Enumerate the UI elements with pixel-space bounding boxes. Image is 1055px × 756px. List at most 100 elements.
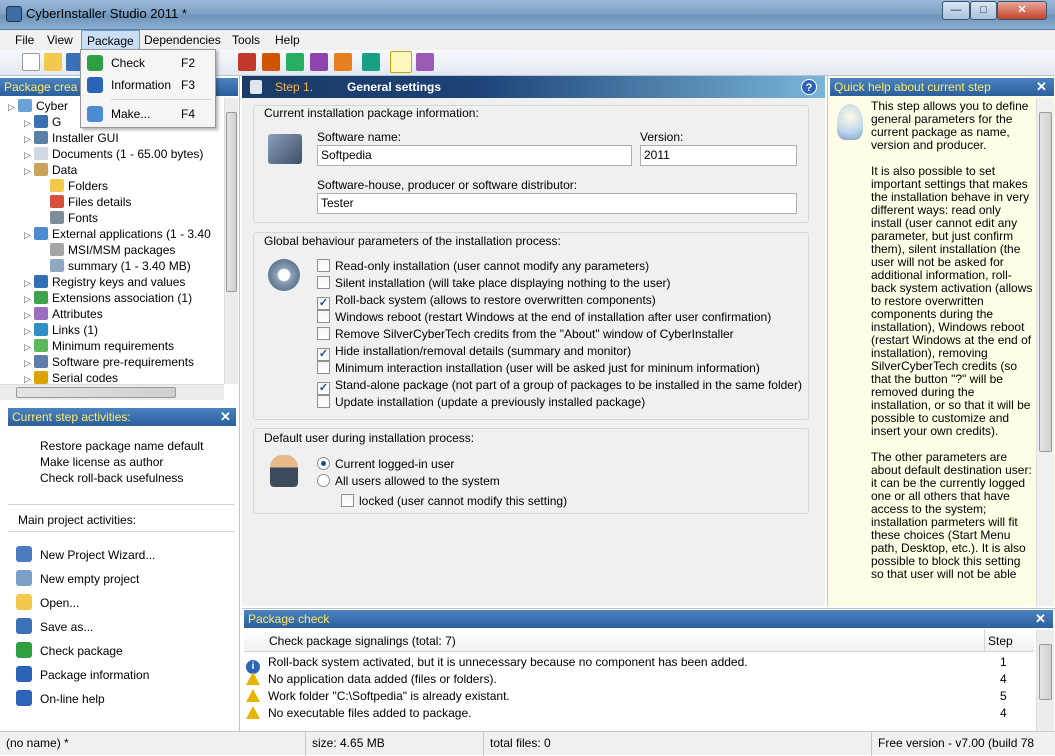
tree-item[interactable]: summary (1 - 3.40 MB) bbox=[0, 258, 224, 274]
option-checkbox[interactable] bbox=[317, 327, 330, 340]
menu-package[interactable]: Package bbox=[81, 30, 140, 50]
expand-icon[interactable]: ▷ bbox=[24, 291, 34, 307]
new-icon[interactable] bbox=[22, 53, 40, 71]
expand-icon[interactable]: ▷ bbox=[24, 115, 34, 131]
tool-icon-5[interactable] bbox=[334, 53, 352, 71]
expand-icon[interactable]: ▷ bbox=[24, 147, 34, 163]
tool-icon-3[interactable] bbox=[286, 53, 304, 71]
main-activity-link[interactable]: Open... bbox=[16, 591, 236, 615]
menu-dependencies[interactable]: Dependencies bbox=[139, 30, 226, 50]
close-check-icon[interactable]: ✕ bbox=[1035, 610, 1046, 628]
expand-icon[interactable]: ▷ bbox=[24, 275, 34, 291]
tool-icon-6[interactable] bbox=[362, 53, 380, 71]
tool-icon-4[interactable] bbox=[310, 53, 328, 71]
behaviour-option[interactable]: Remove SilverCyberTech credits from the … bbox=[317, 326, 807, 343]
check-row[interactable]: No executable files added to package. 4 bbox=[246, 705, 1032, 722]
tree-hscrollbar[interactable] bbox=[0, 384, 224, 400]
check-row[interactable]: No application data added (files or fold… bbox=[246, 671, 1032, 688]
main-activity-link[interactable]: Check package bbox=[16, 639, 236, 663]
tree-item[interactable]: ▷ Installer GUI bbox=[0, 130, 224, 146]
check-row[interactable]: i Roll-back system activated, but it is u… bbox=[246, 654, 1032, 674]
tree-scrollbar[interactable] bbox=[224, 98, 238, 384]
behaviour-option[interactable]: Silent installation (will take place dis… bbox=[317, 275, 807, 292]
option-checkbox[interactable] bbox=[317, 361, 330, 374]
expand-icon[interactable]: ▷ bbox=[24, 355, 34, 371]
expand-icon[interactable]: ▷ bbox=[24, 323, 34, 339]
check-signal-column[interactable]: Check package signalings (total: 7) bbox=[269, 634, 456, 648]
software-name-field[interactable]: Softpedia bbox=[317, 145, 632, 166]
tree-item[interactable]: ▷ Software pre-requirements bbox=[0, 354, 224, 370]
menu-item-information[interactable]: Information F3 bbox=[83, 74, 213, 96]
menu-file[interactable]: File bbox=[10, 30, 39, 50]
expand-icon[interactable]: ▷ bbox=[24, 227, 34, 243]
behaviour-option[interactable]: Read-only installation (user cannot modi… bbox=[317, 258, 807, 275]
tree-item[interactable]: ▷ Serial codes bbox=[0, 370, 224, 384]
main-activity-link[interactable]: Save as... bbox=[16, 615, 236, 639]
step-activity-link[interactable]: Restore package name default bbox=[40, 438, 236, 454]
book-icon[interactable] bbox=[416, 53, 434, 71]
radio-current-user[interactable]: Current logged-in user bbox=[317, 456, 454, 473]
tree-item[interactable]: ▷ External applications (1 - 3.40 bbox=[0, 226, 224, 242]
expand-icon[interactable]: ▷ bbox=[24, 163, 34, 179]
menu-view[interactable]: View bbox=[42, 30, 78, 50]
radio-all-indicator[interactable] bbox=[317, 474, 330, 487]
tool-icon-1[interactable] bbox=[238, 53, 256, 71]
option-checkbox[interactable] bbox=[317, 259, 330, 272]
tree-item[interactable]: ▷ Extensions association (1) bbox=[0, 290, 224, 306]
main-activity-link[interactable]: New empty project bbox=[16, 567, 236, 591]
expand-icon[interactable]: ▷ bbox=[24, 371, 34, 384]
version-field[interactable]: 2011 bbox=[640, 145, 797, 166]
tree-item[interactable]: Folders bbox=[0, 178, 224, 194]
minimize-button[interactable]: — bbox=[942, 1, 970, 20]
tree-item[interactable]: ▷ Registry keys and values bbox=[0, 274, 224, 290]
hint-icon[interactable] bbox=[390, 51, 412, 73]
option-checkbox[interactable] bbox=[317, 395, 330, 408]
tree-hscroll-thumb[interactable] bbox=[16, 387, 176, 398]
tree-scroll-thumb[interactable] bbox=[226, 112, 237, 292]
check-step-column[interactable]: Step bbox=[988, 634, 1013, 648]
tree-item[interactable]: Fonts bbox=[0, 210, 224, 226]
project-tree[interactable]: ▷ Cyber ▷ G ▷ Installer GUI ▷ Documents (1 - 65… bbox=[0, 98, 224, 384]
maximize-button[interactable]: □ bbox=[970, 1, 997, 20]
main-activity-link[interactable]: On-line help bbox=[16, 687, 236, 711]
menu-item-make[interactable]: Make... F4 bbox=[83, 103, 213, 125]
check-scroll-thumb[interactable] bbox=[1039, 644, 1052, 700]
tree-item[interactable]: ▷ Attributes bbox=[0, 306, 224, 322]
close-activities-icon[interactable]: ✕ bbox=[220, 408, 231, 426]
open-icon[interactable] bbox=[44, 53, 62, 71]
tree-item[interactable]: ▷ Data bbox=[0, 162, 224, 178]
main-activity-link[interactable]: New Project Wizard... bbox=[16, 543, 236, 567]
close-help-icon[interactable]: ✕ bbox=[1036, 78, 1047, 96]
check-row[interactable]: Work folder "C:\Softpedia" is already ex… bbox=[246, 688, 1032, 705]
tree-item[interactable]: ▷ Links (1) bbox=[0, 322, 224, 338]
radio-current-indicator[interactable] bbox=[317, 457, 330, 470]
expand-icon[interactable]: ▷ bbox=[24, 307, 34, 323]
expand-icon[interactable]: ▷ bbox=[24, 339, 34, 355]
menu-help[interactable]: Help bbox=[270, 30, 305, 50]
tree-item[interactable]: Files details bbox=[0, 194, 224, 210]
step-activity-link[interactable]: Check roll-back usefulness bbox=[40, 470, 236, 486]
behaviour-option[interactable]: ✓ Roll-back system (allows to restore ove… bbox=[317, 292, 807, 310]
help-scrollbar[interactable] bbox=[1036, 98, 1054, 606]
tree-item[interactable]: MSI/MSM packages bbox=[0, 242, 224, 258]
option-checkbox[interactable] bbox=[317, 276, 330, 289]
option-checkbox[interactable] bbox=[317, 310, 330, 323]
producer-field[interactable]: Tester bbox=[317, 193, 797, 214]
tree-item[interactable]: ▷ Documents (1 - 65.00 bytes) bbox=[0, 146, 224, 162]
close-button[interactable]: ✕ bbox=[997, 1, 1047, 20]
behaviour-option[interactable]: Windows reboot (restart Windows at the e… bbox=[317, 309, 807, 326]
menu-tools[interactable]: Tools bbox=[227, 30, 265, 50]
main-activity-link[interactable]: Package information bbox=[16, 663, 236, 687]
locked-checkbox-row[interactable]: locked (user cannot modify this setting) bbox=[341, 493, 567, 510]
step-activity-link[interactable]: Make license as author bbox=[40, 454, 236, 470]
check-scrollbar[interactable] bbox=[1036, 630, 1054, 731]
tree-item[interactable]: ▷ Minimum requirements bbox=[0, 338, 224, 354]
menu-item-check[interactable]: Check F2 bbox=[83, 52, 213, 74]
behaviour-option[interactable]: ✓ Hide installation/removal details (summ… bbox=[317, 343, 807, 361]
locked-checkbox[interactable] bbox=[341, 494, 354, 507]
radio-all-users[interactable]: All users allowed to the system bbox=[317, 473, 500, 490]
step-help-icon[interactable]: ? bbox=[801, 79, 817, 95]
behaviour-option[interactable]: ✓ Stand-alone package (not part of a grou… bbox=[317, 377, 807, 395]
behaviour-option[interactable]: Minimum interaction installation (user w… bbox=[317, 360, 807, 377]
expand-icon[interactable]: ▷ bbox=[8, 99, 18, 115]
